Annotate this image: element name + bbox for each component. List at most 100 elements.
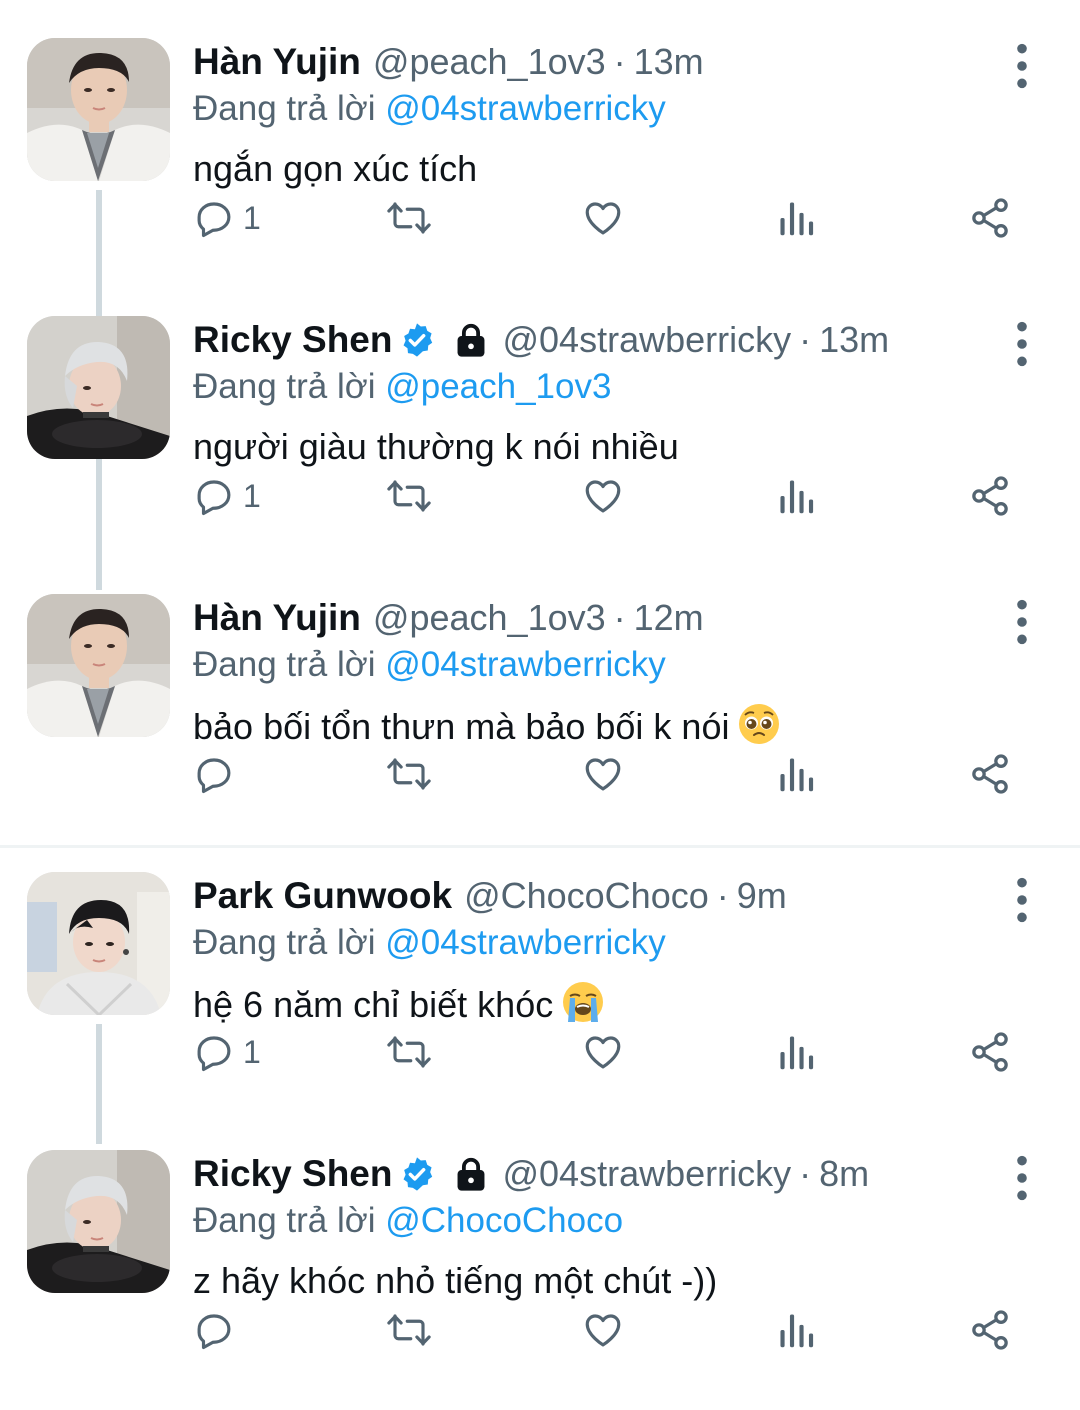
separator-dot: · (613, 597, 626, 638)
share-icon (968, 196, 1012, 240)
lock-icon (452, 1155, 490, 1193)
views-button[interactable] (777, 1022, 815, 1082)
user-handle[interactable]: @ChocoChoco (464, 872, 709, 920)
share-button[interactable] (968, 466, 1012, 526)
tweet-header: Hàn Yujin @peach_1ov3 · 13m (193, 38, 990, 86)
replying-to-handle[interactable]: @04strawberricky (385, 89, 666, 128)
views-icon (777, 475, 815, 517)
replying-to-handle[interactable]: @04strawberricky (385, 923, 666, 962)
replying-to-handle[interactable]: @ChocoChoco (385, 1201, 623, 1240)
like-icon (582, 197, 624, 239)
views-icon (777, 1031, 815, 1073)
like-button[interactable] (582, 744, 624, 804)
user-handle[interactable]: @peach_1ov3 (373, 38, 606, 86)
display-name[interactable]: Ricky Shen (193, 1150, 392, 1198)
more-options-icon[interactable] (1010, 320, 1034, 368)
views-icon (777, 197, 815, 239)
reply-button[interactable]: 1 (193, 1022, 261, 1082)
separator-dot: · (799, 319, 812, 360)
retweet-icon (386, 753, 432, 795)
retweet-button[interactable] (386, 1300, 432, 1360)
display-name[interactable]: Park Gunwook (193, 872, 452, 920)
reply-icon (193, 475, 235, 517)
tweet-header: Park Gunwook @ChocoChoco · 9m (193, 872, 990, 920)
timestamp[interactable]: 13m (634, 38, 704, 86)
more-options-icon[interactable] (1010, 1154, 1034, 1202)
reply-button[interactable]: 1 (193, 466, 261, 526)
replying-to: Đang trả lời @04strawberricky (193, 642, 990, 688)
reply-icon (193, 753, 235, 795)
replying-to-label: Đang trả lời (193, 645, 376, 684)
user-handle[interactable]: @04strawberricky (502, 316, 791, 364)
views-button[interactable] (777, 188, 815, 248)
share-icon (968, 1030, 1012, 1074)
user-handle[interactable]: @04strawberricky (502, 1150, 791, 1198)
like-icon (582, 1309, 624, 1351)
views-button[interactable] (777, 466, 815, 526)
replying-to: Đang trả lời @04strawberricky (193, 920, 990, 966)
timestamp[interactable]: 12m (634, 594, 704, 642)
share-button[interactable] (968, 188, 1012, 248)
avatar[interactable] (27, 38, 170, 181)
like-button[interactable] (582, 188, 624, 248)
share-button[interactable] (968, 1300, 1012, 1360)
tweet-content: Park Gunwook @ChocoChoco · 9m Đang trả lời @… (193, 872, 990, 1035)
conversation-divider (0, 845, 1080, 848)
reply-count: 1 (243, 199, 261, 236)
avatar[interactable] (27, 594, 170, 737)
user-handle[interactable]: @peach_1ov3 (373, 594, 606, 642)
reply-button[interactable] (193, 1300, 243, 1360)
share-button[interactable] (968, 1022, 1012, 1082)
retweet-button[interactable] (386, 1022, 432, 1082)
reply-count: 1 (243, 477, 261, 514)
views-button[interactable] (777, 744, 815, 804)
reply-count: 1 (243, 1033, 261, 1070)
more-options-icon[interactable] (1010, 876, 1034, 924)
like-button[interactable] (582, 1300, 624, 1360)
replying-to: Đang trả lời @peach_1ov3 (193, 364, 990, 410)
retweet-button[interactable] (386, 466, 432, 526)
reply-icon (193, 1031, 235, 1073)
like-button[interactable] (582, 466, 624, 526)
retweet-icon (386, 197, 432, 239)
tweet-actions: 1 (0, 1022, 1080, 1082)
tweet-text-body: hệ 6 năm chỉ biết khóc (193, 984, 554, 1026)
timestamp[interactable]: 13m (819, 316, 889, 364)
more-options-icon[interactable] (1010, 598, 1034, 646)
reply-icon (193, 197, 235, 239)
like-icon (582, 753, 624, 795)
separator-dot: · (613, 41, 626, 82)
tweet-actions (0, 1300, 1080, 1360)
timestamp[interactable]: 9m (737, 872, 787, 920)
avatar[interactable] (27, 1150, 170, 1293)
share-button[interactable] (968, 744, 1012, 804)
like-button[interactable] (582, 1022, 624, 1082)
tweet-header: Hàn Yujin @peach_1ov3 · 12m (193, 594, 990, 642)
like-icon (582, 475, 624, 517)
separator-dot: · (716, 875, 729, 916)
display-name[interactable]: Hàn Yujin (193, 594, 361, 642)
tweet-content: Hàn Yujin @peach_1ov3 · 12m Đang trả lời @04… (193, 594, 990, 757)
reply-button[interactable] (193, 744, 243, 804)
tweet-header: Ricky Shen @04strawberricky · 13m (193, 316, 990, 364)
retweet-button[interactable] (386, 188, 432, 248)
like-icon (582, 1031, 624, 1073)
lock-icon (452, 321, 490, 359)
avatar[interactable] (27, 872, 170, 1015)
share-icon (968, 752, 1012, 796)
replying-to: Đang trả lời @04strawberricky (193, 86, 990, 132)
tweet-content: Ricky Shen @04strawberricky · 13m Đang trả l… (193, 316, 990, 470)
replying-to-handle[interactable]: @04strawberricky (385, 645, 666, 684)
avatar[interactable] (27, 316, 170, 459)
reply-button[interactable]: 1 (193, 188, 261, 248)
timestamp[interactable]: 8m (819, 1150, 869, 1198)
views-icon (777, 753, 815, 795)
replying-to-handle[interactable]: @peach_1ov3 (385, 367, 611, 406)
display-name[interactable]: Hàn Yujin (193, 38, 361, 86)
retweet-icon (386, 475, 432, 517)
replying-to-label: Đang trả lời (193, 367, 376, 406)
display-name[interactable]: Ricky Shen (193, 316, 392, 364)
retweet-button[interactable] (386, 744, 432, 804)
more-options-icon[interactable] (1010, 42, 1034, 90)
views-button[interactable] (777, 1300, 815, 1360)
